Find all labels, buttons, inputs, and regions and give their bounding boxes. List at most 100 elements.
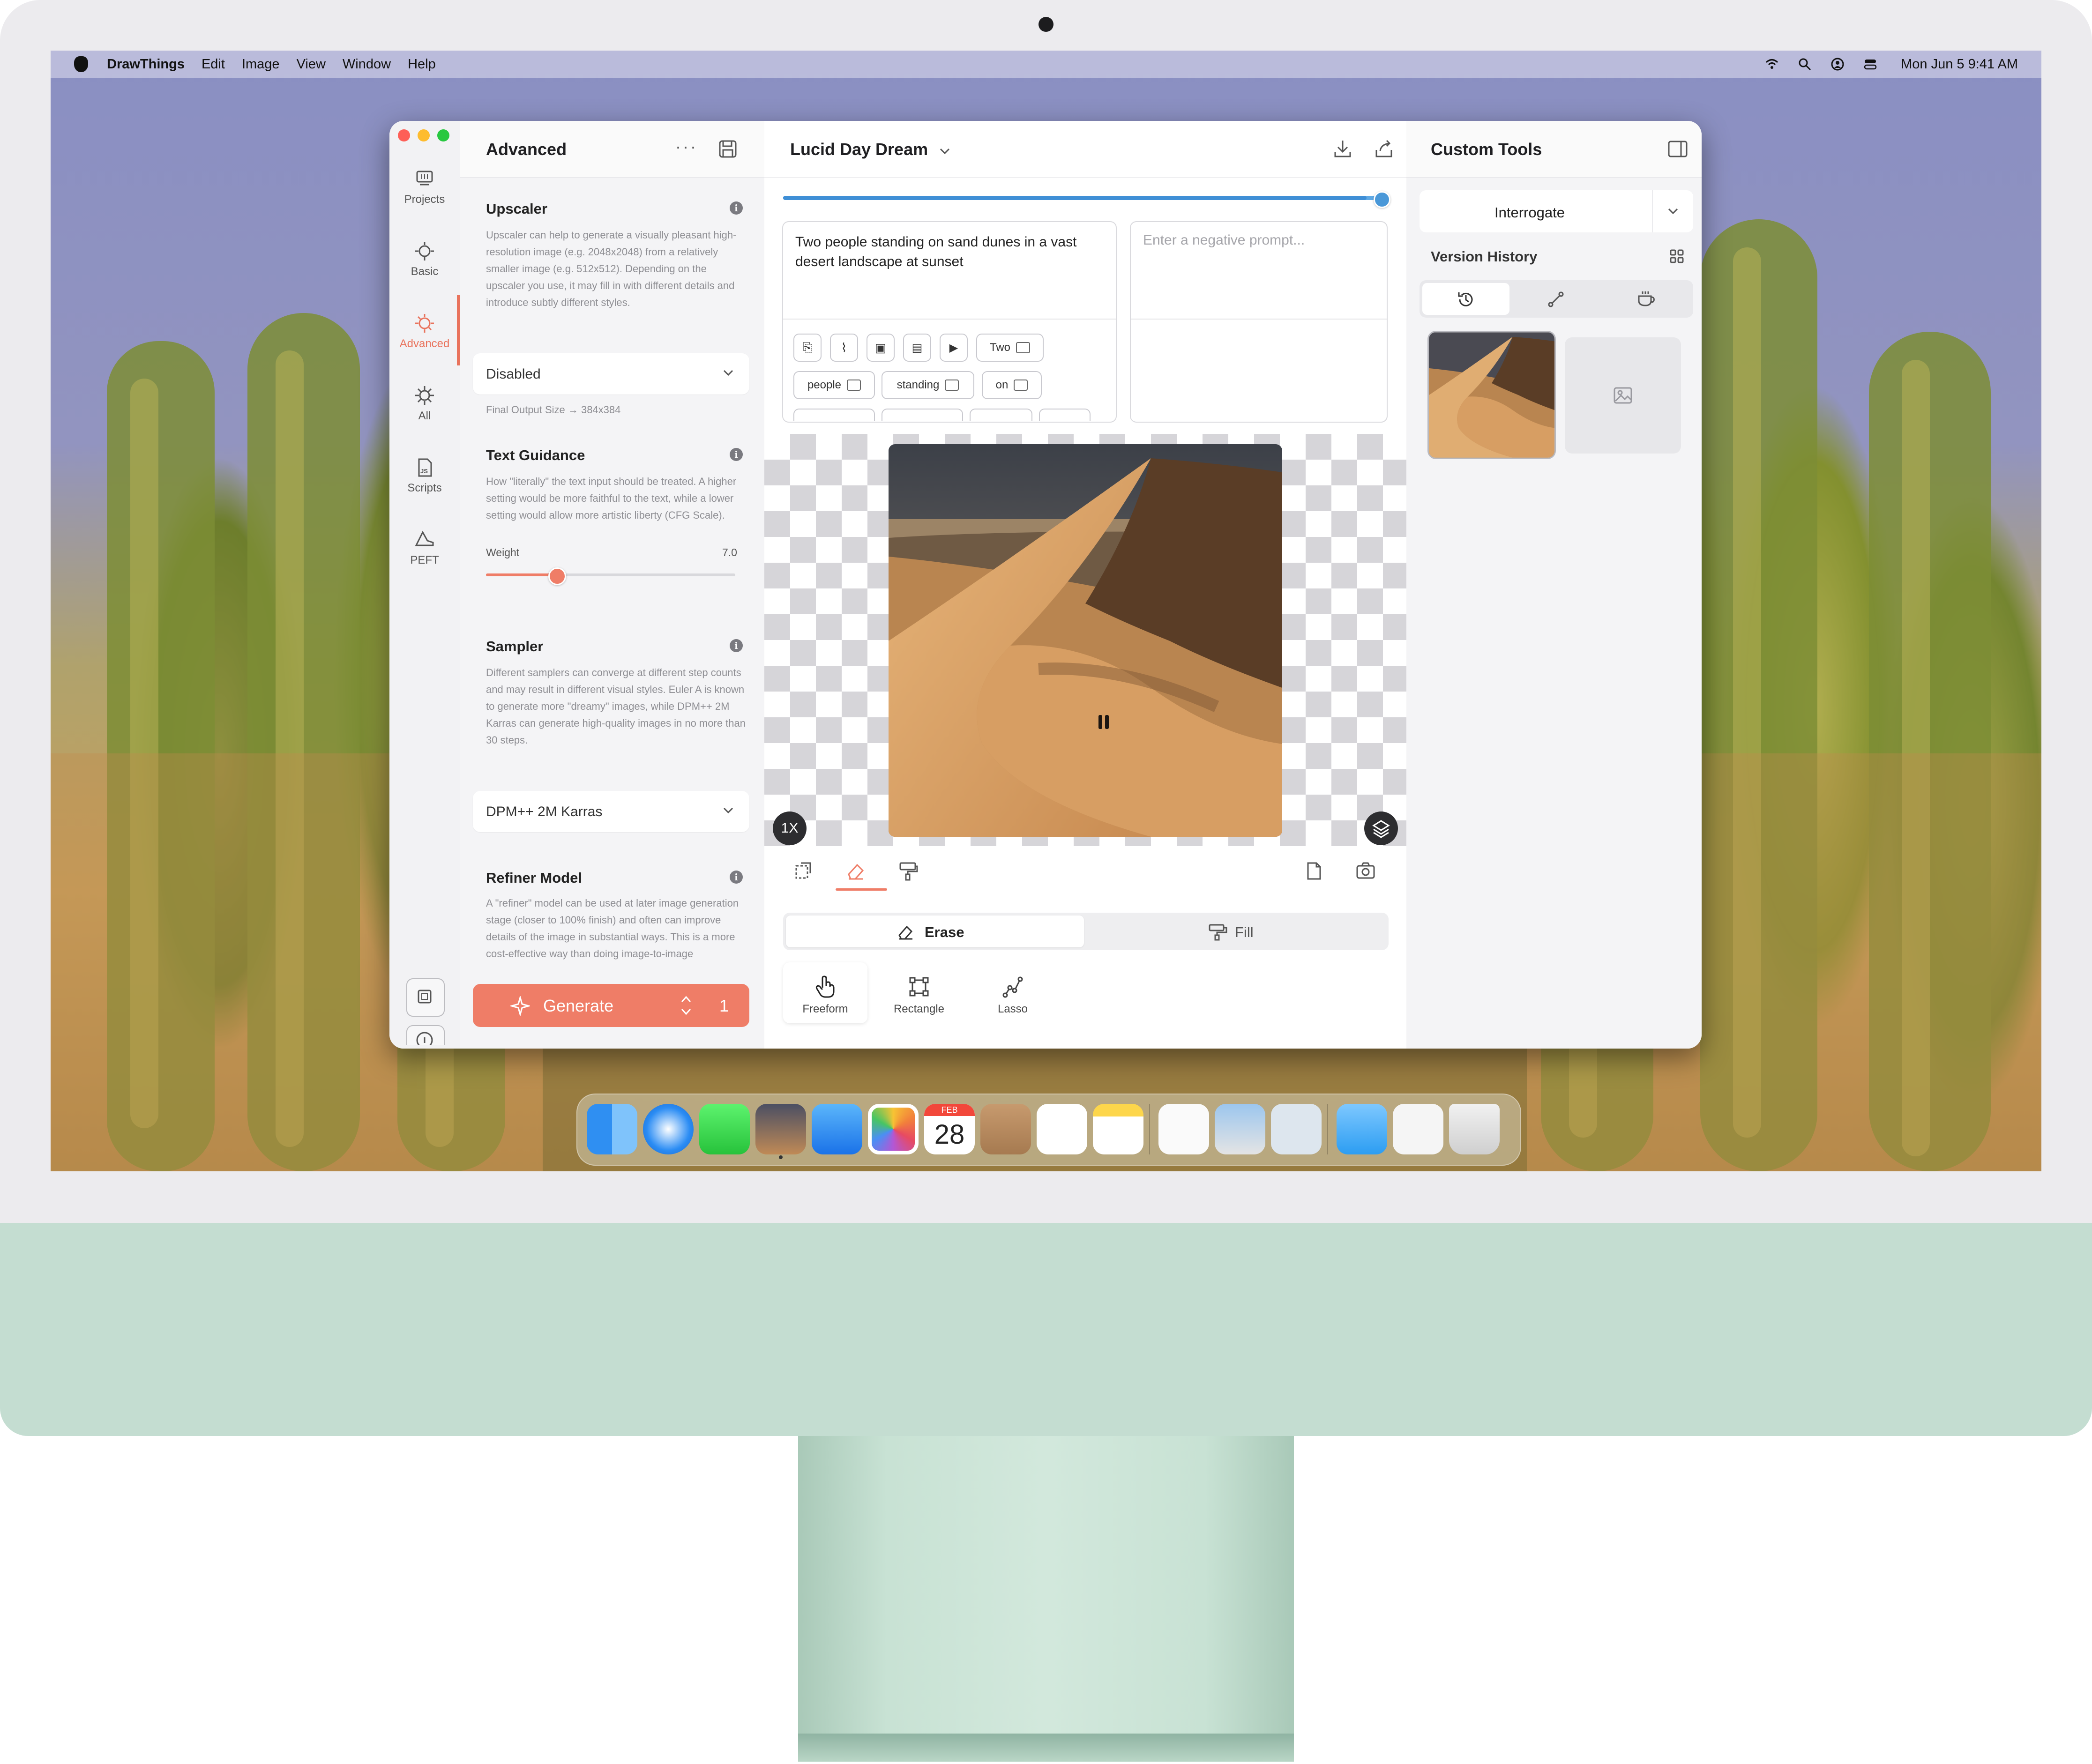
weight-slider-track[interactable] [486,567,735,585]
rail-item-projects[interactable]: Projects [389,168,460,206]
paint-roller-icon[interactable] [897,860,919,882]
textedit-icon[interactable] [1158,1104,1209,1154]
safari-icon[interactable] [643,1104,694,1154]
refiner-info-icon[interactable]: i [730,871,743,884]
tab-history[interactable] [1422,283,1509,315]
apple-logo-icon[interactable] [74,56,88,72]
calendar-month: FEB [924,1104,975,1116]
control-center-icon[interactable] [1863,57,1877,71]
sidebar-toggle-icon[interactable] [1667,140,1689,158]
version-placeholder[interactable] [1565,337,1681,454]
reminders-icon[interactable] [1037,1104,1087,1154]
contacts-icon[interactable] [980,1104,1031,1154]
minimize-window-button[interactable] [418,129,430,141]
trash-icon[interactable] [1449,1104,1500,1154]
camera-icon[interactable] [1355,860,1376,882]
user-icon[interactable] [1830,57,1845,71]
chevron-down-icon[interactable] [1666,204,1680,218]
chip-token[interactable]: people [793,371,875,399]
grid-view-icon[interactable] [1669,248,1685,264]
chip-token[interactable]: Two [976,334,1044,362]
wifi-icon[interactable] [1765,57,1779,71]
prompt-box[interactable]: Two people standing on sand dunes in a v… [782,221,1117,423]
interrogate-button[interactable]: Interrogate [1420,190,1693,232]
menu-image[interactable]: Image [242,57,280,72]
menu-view[interactable]: View [297,57,326,72]
finder-icon[interactable] [587,1104,637,1154]
info-button[interactable] [406,1025,445,1049]
upscaler-selected-value: Disabled [486,366,541,382]
menu-clock[interactable]: Mon Jun 5 9:41 AM [1901,57,2018,72]
menu-app-name[interactable]: DrawThings [107,57,185,72]
zoom-window-button[interactable] [437,129,449,141]
brush-freeform[interactable]: Freeform [783,962,867,1023]
progress-knob[interactable] [1374,191,1390,208]
download-icon[interactable] [1331,138,1354,160]
brush-rectangle-label: Rectangle [893,1003,945,1015]
chip-script-icon[interactable]: ⎘ [793,334,822,362]
generate-count[interactable]: 1 [719,996,729,1016]
messages-icon[interactable] [699,1104,750,1154]
chip-attachment-icon[interactable]: ⌇ [830,334,858,362]
chip-token[interactable]: on [982,371,1042,399]
generate-button[interactable]: Generate 1 [473,984,749,1027]
zoom-button[interactable]: 1X [773,811,807,845]
calendar-icon[interactable]: FEB 28 [924,1104,975,1154]
more-options-icon[interactable]: ··· [675,137,698,156]
save-icon[interactable] [717,139,738,159]
weight-slider-knob[interactable] [548,567,566,585]
sampler-info-icon[interactable]: i [730,639,743,652]
folder-icon[interactable] [1337,1104,1387,1154]
chip-play-icon[interactable]: ▶ [940,334,968,362]
share-icon[interactable] [1373,138,1395,160]
chip-token-partial[interactable] [1039,409,1091,421]
negative-prompt-box[interactable]: Enter a negative prompt... [1130,221,1388,423]
rail-item-scripts[interactable]: JS Scripts [389,456,460,495]
tab-branch[interactable] [1512,283,1599,315]
text-guidance-info-icon[interactable]: i [730,448,743,461]
negative-prompt-placeholder[interactable]: Enter a negative prompt... [1143,232,1305,248]
search-icon[interactable] [1798,57,1812,71]
upscaler-info-icon[interactable]: i [730,201,743,215]
new-document-icon[interactable] [1303,860,1325,882]
chip-token-partial[interactable] [882,409,963,421]
chip-token-partial[interactable] [970,409,1032,421]
fill-tab[interactable]: Fill [1087,915,1385,947]
menu-help[interactable]: Help [408,57,436,72]
project-title[interactable]: Lucid Day Dream [790,140,928,159]
blank-app-icon[interactable] [1271,1104,1322,1154]
brush-rectangle[interactable]: Rectangle [877,962,961,1023]
brush-lasso[interactable]: Lasso [971,962,1055,1023]
eraser-icon[interactable] [845,860,867,882]
rail-item-peft[interactable]: PEFT [389,528,460,567]
tab-coffee[interactable] [1602,283,1690,315]
preview-icon[interactable] [1215,1104,1265,1154]
chip-image-icon[interactable]: ▤ [903,334,931,362]
mail-icon[interactable] [812,1104,862,1154]
chip-token[interactable]: standing [882,371,974,399]
chip-scan-icon[interactable]: ▣ [867,334,895,362]
prompt-text[interactable]: Two people standing on sand dunes in a v… [795,232,1105,272]
erase-tab[interactable]: Erase [786,915,1084,947]
crop-icon[interactable] [792,860,814,882]
notes-icon[interactable] [1093,1104,1143,1154]
chevron-down-icon[interactable] [938,144,952,158]
menu-edit[interactable]: Edit [202,57,225,72]
photos-icon[interactable] [868,1104,919,1154]
upscaler-select[interactable]: Disabled [473,353,749,394]
document-icon[interactable] [1393,1104,1443,1154]
close-window-button[interactable] [398,129,410,141]
generated-image[interactable] [889,444,1282,837]
menu-window[interactable]: Window [343,57,391,72]
rail-item-advanced[interactable]: Advanced [389,312,460,350]
processor-button[interactable] [406,978,445,1017]
drawthings-icon[interactable] [755,1104,806,1154]
stepper-icon[interactable] [679,993,693,1018]
rail-item-basic[interactable]: Basic [389,240,460,278]
chip-token-partial[interactable] [793,409,875,421]
layers-button[interactable] [1364,811,1398,845]
rail-item-all[interactable]: All [389,384,460,423]
version-thumbnail[interactable] [1427,331,1556,459]
sampler-select[interactable]: DPM++ 2M Karras [473,791,749,832]
imac-chin [0,1223,2092,1436]
